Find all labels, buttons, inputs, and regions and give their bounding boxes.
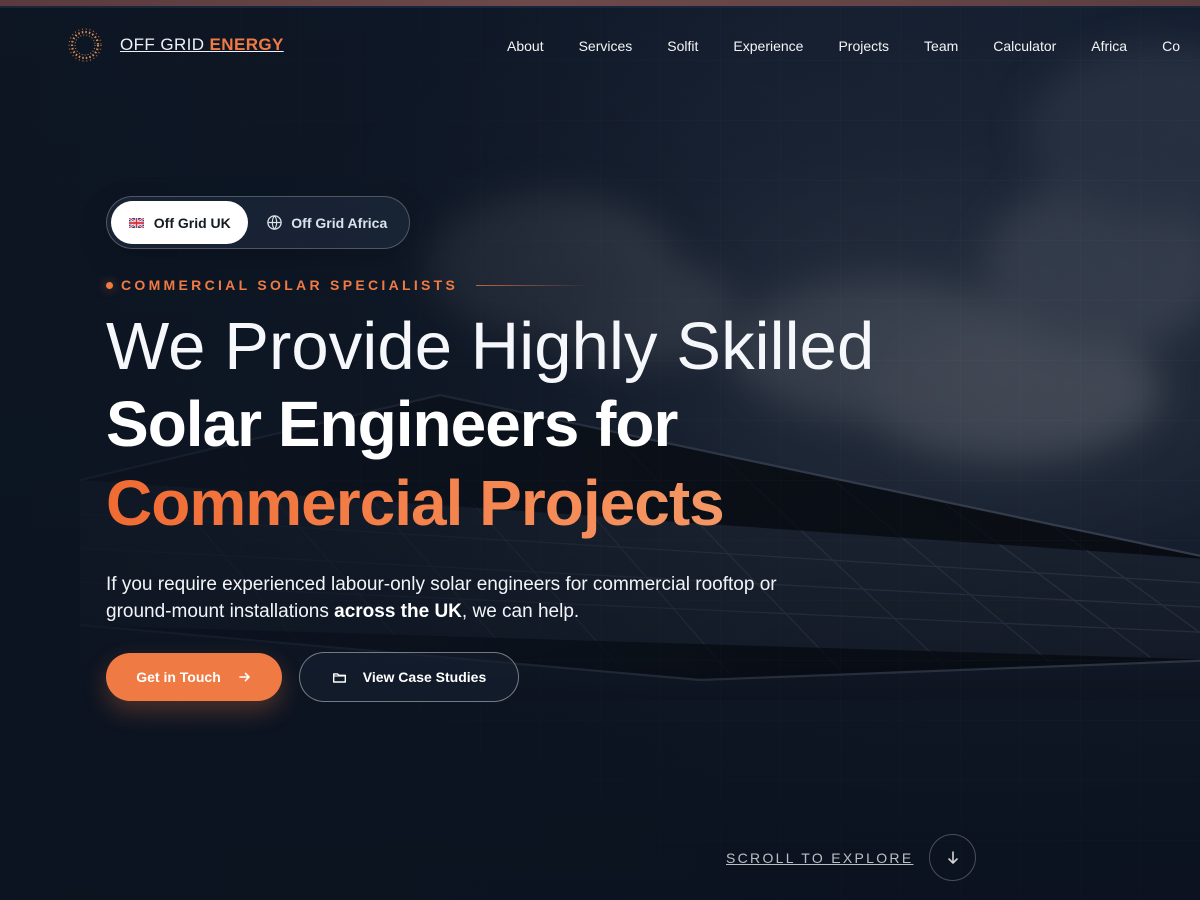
brand-name: OFF GRID ENERGY [120,35,284,54]
hero-heading-bold-line: Solar Engineers for [106,388,678,460]
view-case-studies-label: View Case Studies [362,669,487,686]
hero-heading-light-line: We Provide Highly Skilled [106,309,875,384]
scroll-to-explore-link[interactable]: SCROLL TO EXPLORE [726,834,977,881]
region-toggle: Off Grid UK Off Grid Africa [106,196,410,249]
nav-link-team[interactable]: Team [924,38,958,54]
scroll-label: SCROLL TO EXPLORE [726,849,914,866]
hero-eyebrow: COMMERCIAL SOLAR SPECIALISTS [106,273,966,297]
region-toggle-africa-label: Off Grid Africa [291,214,388,231]
nav-link-calculator[interactable]: Calculator [993,38,1056,54]
globe-icon [265,214,283,232]
browser-top-strip [0,0,1200,8]
get-in-touch-label: Get in Touch [136,669,221,686]
nav-link-services[interactable]: Services [579,38,633,54]
nav-link-contact[interactable]: Co [1162,38,1180,54]
region-toggle-africa[interactable]: Off Grid Africa [248,201,405,244]
region-toggle-uk-label: Off Grid UK [153,214,231,231]
eyebrow-divider [476,284,591,286]
uk-flag-icon [128,214,146,232]
nav-link-projects[interactable]: Projects [838,38,889,54]
arrow-right-icon [238,670,252,684]
nav-link-africa[interactable]: Africa [1091,38,1127,54]
accent-dot-icon [106,281,113,289]
nav-link-solfit[interactable]: Solfit [667,38,698,54]
hero-description-highlight: across the UK [334,601,462,623]
sun-ring-icon [68,28,102,62]
eyebrow-label: COMMERCIAL SOLAR SPECIALISTS [121,277,459,293]
brand-logo-link[interactable]: OFF GRID ENERGY [66,26,284,64]
site-header: OFF GRID ENERGY About Services Solfit Ex… [0,8,1200,86]
arrow-down-icon [929,834,977,881]
hero-actions: Get in Touch View Case Studies [106,652,966,703]
hero-description: If you require experienced labour-only s… [106,571,786,625]
landing-page: OFF GRID ENERGY About Services Solfit Ex… [0,0,1200,900]
folder-icon [332,670,347,685]
region-toggle-uk[interactable]: Off Grid UK [111,201,248,244]
hero-heading-accent-line: Commercial Projects [106,471,966,550]
view-case-studies-button[interactable]: View Case Studies [299,652,519,703]
hero-content: Off Grid UK Off Grid Africa COMMERCIAL S… [106,196,966,703]
get-in-touch-button[interactable]: Get in Touch [106,653,282,702]
main-navigation: About Services Solfit Experience Project… [507,38,1180,54]
nav-link-experience[interactable]: Experience [733,38,803,54]
hero-heading: We Provide Highly Skilled Solar Engineer… [106,313,966,550]
nav-link-about[interactable]: About [507,38,544,54]
hero-description-after: , we can help. [461,601,580,623]
